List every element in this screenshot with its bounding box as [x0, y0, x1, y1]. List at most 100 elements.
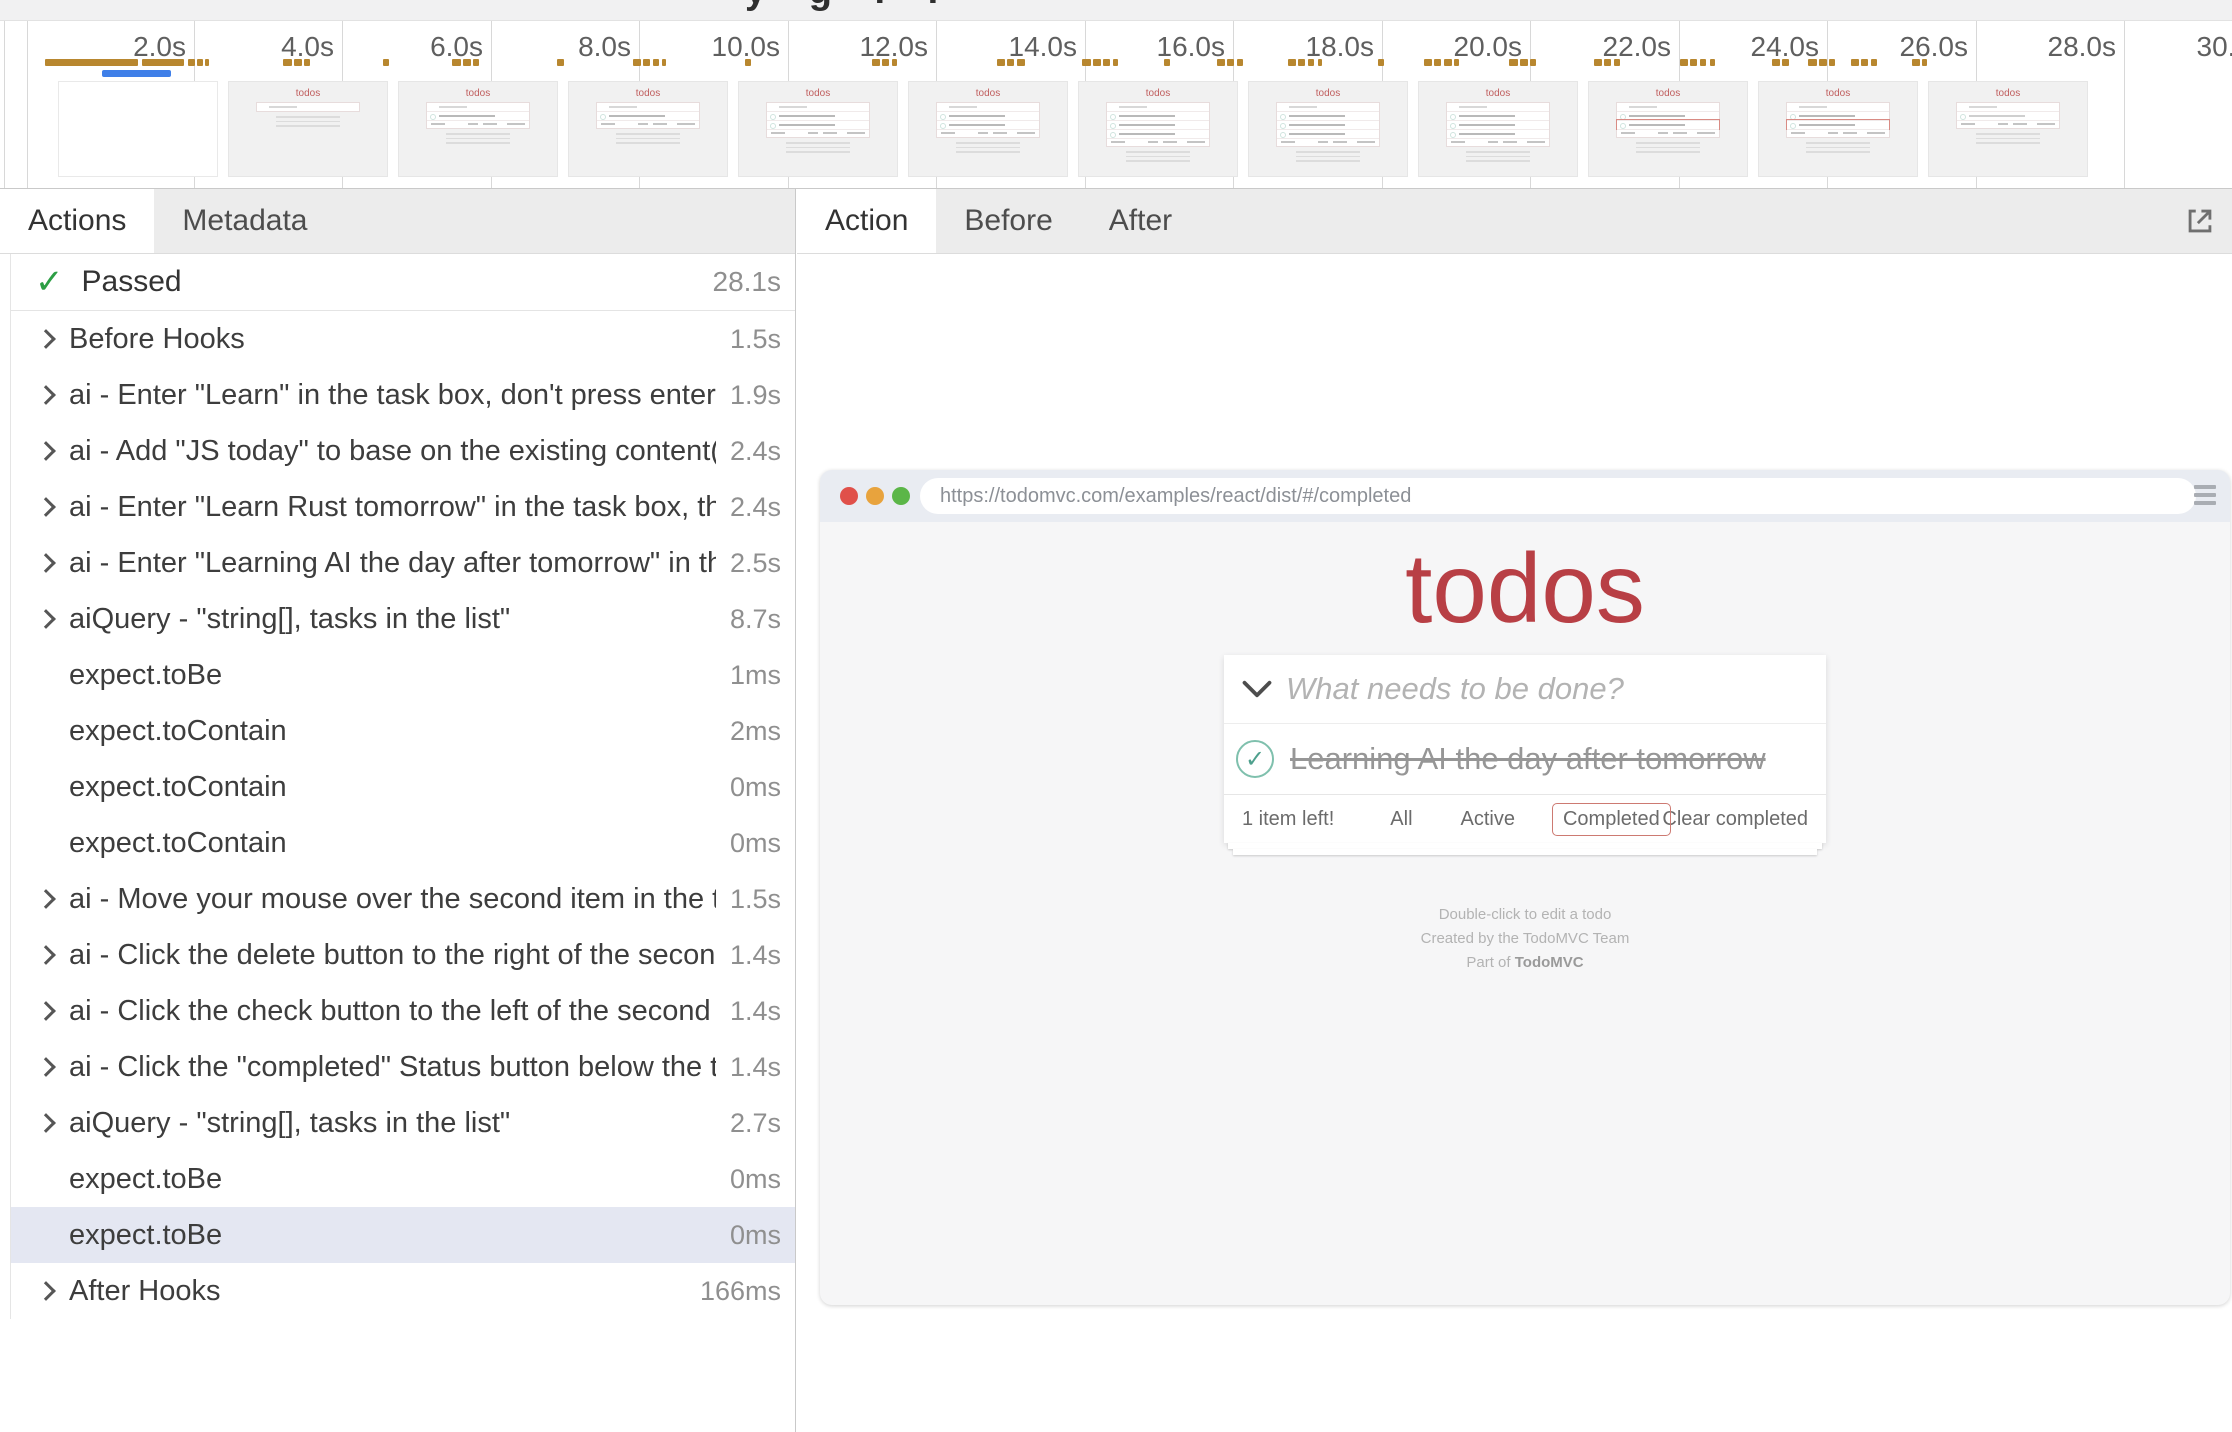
- timeline-tick-label: 8.0s: [511, 31, 631, 63]
- tab-actions[interactable]: Actions: [0, 189, 154, 253]
- film-strip-thumbnail[interactable]: todos: [1928, 81, 2088, 177]
- expand-chevron-icon[interactable]: [35, 500, 69, 514]
- todo-item: ✓ Learning AI the day after tomorrow: [1224, 723, 1826, 794]
- film-strip-thumbnail[interactable]: todos: [1588, 81, 1748, 177]
- tab-action[interactable]: Action: [797, 189, 936, 253]
- info-line-1: Double-click to edit a todo: [820, 903, 2230, 927]
- tab-before[interactable]: Before: [936, 189, 1080, 253]
- expand-chevron-icon[interactable]: [35, 556, 69, 570]
- filter-all[interactable]: All: [1379, 803, 1423, 836]
- snapshot-tabbar: Action Before After: [797, 189, 2232, 254]
- timeline-tick-label: 10.0s: [660, 31, 780, 63]
- action-row-duration: 1.5s: [730, 884, 781, 915]
- action-row[interactable]: aiQuery - "string[], tasks in the list"8…: [11, 591, 795, 647]
- action-row[interactable]: expect.toContain0ms: [11, 759, 795, 815]
- thumbnail-card: [256, 102, 360, 112]
- tab-after[interactable]: After: [1081, 189, 1200, 253]
- todomvc-link[interactable]: TodoMVC: [1515, 954, 1584, 971]
- traffic-light-minimize[interactable]: [866, 487, 884, 505]
- menu-icon[interactable]: [2194, 485, 2216, 509]
- action-row-label: expect.toBe: [69, 1219, 716, 1252]
- action-row[interactable]: ai - Enter "Learning AI the day after to…: [11, 535, 795, 591]
- expand-chevron-icon[interactable]: [35, 1004, 69, 1018]
- expand-chevron-icon[interactable]: [35, 444, 69, 458]
- traffic-light-zoom[interactable]: [892, 487, 910, 505]
- expand-chevron-icon[interactable]: [35, 332, 69, 346]
- timeline-tick-label: 22.0s: [1551, 31, 1671, 63]
- film-strip-thumbnail[interactable]: todos: [738, 81, 898, 177]
- action-row-label: aiQuery - "string[], tasks in the list": [69, 1107, 716, 1140]
- action-time-mark: [1861, 59, 1868, 66]
- action-row[interactable]: aiQuery - "string[], tasks in the list" 2…: [11, 1095, 795, 1151]
- film-strip-thumbnail[interactable]: todos: [568, 81, 728, 177]
- action-row[interactable]: ai - Click the check button to the left …: [11, 983, 795, 1039]
- action-row-duration: 2.4s: [730, 436, 781, 467]
- expand-chevron-icon[interactable]: [35, 388, 69, 402]
- film-strip-thumbnail[interactable]: todos: [1248, 81, 1408, 177]
- expand-chevron-icon[interactable]: [35, 948, 69, 962]
- action-row[interactable]: ai - Move your mouse over the second ite…: [11, 871, 795, 927]
- action-time-mark: [1922, 59, 1927, 66]
- action-row[interactable]: After Hooks166ms: [11, 1263, 795, 1319]
- action-time-mark: [1604, 59, 1611, 66]
- film-strip-thumbnail[interactable]: todos: [1078, 81, 1238, 177]
- expand-chevron-icon[interactable]: [35, 1060, 69, 1074]
- timeline[interactable]: 2.0s4.0s6.0s8.0s10.0s12.0s14.0s16.0s18.0…: [0, 21, 2232, 189]
- expand-chevron-icon[interactable]: [35, 612, 69, 626]
- action-row[interactable]: Before Hooks1.5s: [11, 311, 795, 367]
- todo-toggle-checkbox[interactable]: ✓: [1236, 740, 1274, 778]
- traffic-light-close[interactable]: [840, 487, 858, 505]
- todo-item-label[interactable]: Learning AI the day after tomorrow: [1290, 741, 1766, 777]
- expand-chevron-icon[interactable]: [35, 1116, 69, 1130]
- film-strip-thumbnail[interactable]: todos: [1418, 81, 1578, 177]
- toggle-all-chevron-icon[interactable]: [1242, 679, 1272, 699]
- action-row[interactable]: expect.toContain2ms: [11, 703, 795, 759]
- film-strip-thumbnail[interactable]: [58, 81, 218, 177]
- tab-metadata[interactable]: Metadata: [154, 189, 335, 253]
- action-row-label: ai - Click the "completed" Status button…: [69, 1051, 716, 1084]
- address-bar[interactable]: https://todomvc.com/examples/react/dist/…: [920, 478, 2196, 514]
- action-time-mark: [1093, 59, 1101, 66]
- action-row-duration: 0ms: [730, 828, 781, 859]
- expand-chevron-icon[interactable]: [35, 892, 69, 906]
- thumbnail-todos-title: todos: [569, 89, 727, 99]
- thumbnail-card: [936, 102, 1040, 138]
- action-row[interactable]: expect.toBe0ms: [11, 1151, 795, 1207]
- action-row[interactable]: expect.toBe1ms: [11, 647, 795, 703]
- action-row-label: ai - Enter "Learn Rust tomorrow" in the …: [69, 491, 716, 524]
- action-time-mark: [1164, 59, 1170, 66]
- action-time-mark: [452, 59, 461, 66]
- action-row-duration: 2.7s: [730, 1108, 781, 1139]
- film-strip-thumbnail[interactable]: todos: [228, 81, 388, 177]
- expand-chevron-icon[interactable]: [35, 1284, 69, 1298]
- action-row[interactable]: ai - Click the "completed" Status button…: [11, 1039, 795, 1095]
- action-time-mark: [1217, 59, 1225, 66]
- action-row-duration: 2.4s: [730, 492, 781, 523]
- film-strip-thumbnail[interactable]: todos: [398, 81, 558, 177]
- thumbnail-todos-title: todos: [1759, 89, 1917, 99]
- action-row[interactable]: expect.toBe0ms: [11, 1207, 795, 1263]
- thumbnail-card: [1446, 102, 1550, 147]
- action-row[interactable]: expect.toContain0ms: [11, 815, 795, 871]
- thumbnail-info-lines: [956, 142, 1019, 153]
- film-strip-thumbnail[interactable]: todos: [1758, 81, 1918, 177]
- action-row-duration: 1.4s: [730, 996, 781, 1027]
- action-time-mark: [1520, 59, 1528, 66]
- action-row[interactable]: ai - Enter "Learn Rust tomorrow" in the …: [11, 479, 795, 535]
- open-snapshot-button[interactable]: [2168, 189, 2232, 253]
- new-todo-input[interactable]: What needs to be done?: [1286, 671, 1624, 707]
- timeline-tick-label: 28.0s: [1996, 31, 2116, 63]
- action-row-label: expect.toContain: [69, 715, 716, 748]
- action-row[interactable]: ai - Click the delete button to the righ…: [11, 927, 795, 983]
- thumbnail-card: [1106, 102, 1210, 147]
- action-row-label: ai - Click the delete button to the righ…: [69, 939, 716, 972]
- film-strip-thumbnail[interactable]: todos: [908, 81, 1068, 177]
- filter-active[interactable]: Active: [1450, 803, 1526, 836]
- action-row[interactable]: ai - Add "JS today" to base on the exist…: [11, 423, 795, 479]
- action-row[interactable]: ai - Enter "Learn" in the task box, don'…: [11, 367, 795, 423]
- action-row-duration: 1.9s: [730, 380, 781, 411]
- filter-completed[interactable]: Completed: [1552, 803, 1671, 836]
- action-time-mark: [188, 59, 195, 66]
- action-time-mark: [142, 59, 184, 66]
- action-time-mark: [294, 59, 302, 66]
